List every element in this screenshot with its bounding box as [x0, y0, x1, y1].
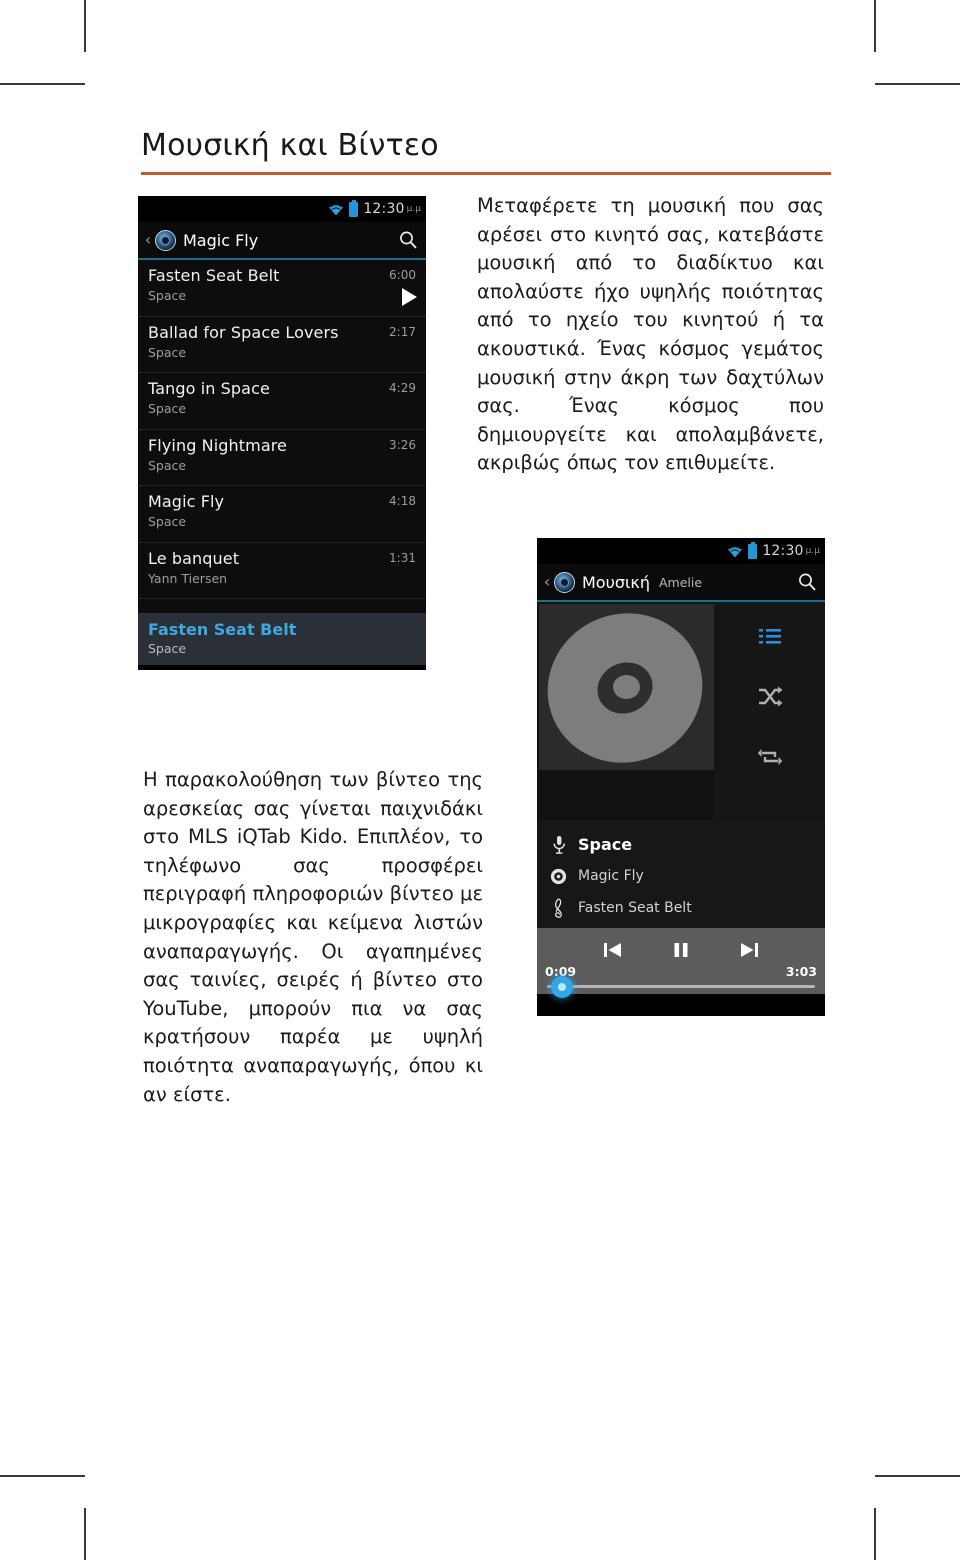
track-artist: Space [148, 457, 187, 473]
crop-mark-bottom-right-vertical [874, 1508, 876, 1560]
now-playing-artist: Space [148, 641, 187, 656]
crop-mark-top-right-vertical [874, 0, 876, 52]
tracklist-actionbar: ‹ Magic Fly [138, 222, 426, 260]
statusbar-ampm: μ.μ [805, 546, 820, 556]
track-duration: 4:18 [389, 494, 416, 508]
disc-hole [613, 675, 640, 699]
crop-mark-bottom-left-vertical [84, 1508, 86, 1560]
track-row[interactable]: Flying Nightmare Space 3:26 [138, 429, 426, 486]
track-title: Le banquet [148, 548, 240, 568]
track-row[interactable]: Fasten Seat Belt Space 6:00 [138, 260, 426, 317]
previous-track-icon[interactable] [601, 940, 625, 960]
track-title: Ballad for Space Lovers [148, 322, 339, 342]
music-app-icon[interactable] [155, 229, 176, 251]
actionbar-title: Magic Fly [183, 230, 259, 250]
track-duration: 1:31 [389, 550, 416, 565]
title-divider [141, 172, 831, 175]
crop-mark-top-left-vertical [84, 0, 86, 52]
track-artist: Yann Tiersen [148, 570, 228, 586]
microphone-icon [549, 834, 568, 854]
crop-mark-bottom-left-horizontal [0, 1475, 85, 1477]
track-row[interactable]: Magic Fly Space 4:18 [138, 486, 426, 543]
player-screenshot: 12:30 μ.μ ‹ Μουσική Amelie Space Magic F… [537, 538, 825, 1016]
seek-handle[interactable] [551, 975, 573, 998]
shuffle-icon[interactable] [757, 684, 783, 710]
actionbar-title: Μουσική [582, 572, 650, 592]
repeat-icon[interactable] [757, 744, 783, 770]
statusbar-ampm: μ.μ [406, 204, 421, 214]
track-duration: 4:29 [389, 381, 416, 395]
player-transport: 0:09 3:03 [537, 928, 825, 998]
wifi-icon [727, 545, 743, 558]
search-icon[interactable] [398, 230, 418, 250]
page-header: Μουσική και Βίντεο [141, 128, 831, 175]
now-playing-title: Fasten Seat Belt [148, 620, 297, 639]
back-icon[interactable]: ‹ [542, 574, 552, 590]
player-artwork-area [537, 602, 825, 820]
track-artist: Space [148, 288, 187, 303]
album-name: Magic Fly [578, 868, 644, 884]
track-title: Tango in Space [148, 379, 270, 398]
actionbar-subtitle: Amelie [658, 574, 703, 590]
track-row[interactable]: Ballad for Space Lovers Space 2:17 [138, 316, 426, 373]
track-row[interactable]: Le banquet Yann Tiersen 1:31 [138, 542, 426, 599]
search-icon[interactable] [797, 572, 817, 592]
player-actionbar: ‹ Μουσική Amelie [537, 564, 825, 602]
back-icon[interactable]: ‹ [143, 232, 153, 248]
crop-mark-bottom-right-horizontal [875, 1475, 960, 1477]
pause-icon[interactable] [669, 940, 693, 960]
track-row-clipped[interactable] [138, 599, 426, 613]
crop-mark-top-left-horizontal [0, 83, 85, 85]
track-title: Magic Fly [148, 492, 225, 511]
artist-name: Space [578, 834, 633, 854]
player-metadata: Space Magic Fly Fasten Seat Belt [537, 820, 825, 928]
play-icon[interactable] [402, 288, 417, 306]
track-artist: Space [148, 401, 187, 416]
player-side-controls [714, 602, 825, 820]
music-app-icon[interactable] [554, 571, 575, 593]
track-title: Fasten Seat Belt [148, 266, 280, 285]
treble-clef-icon [549, 898, 568, 918]
track-list[interactable]: Fasten Seat Belt Space 6:00 Ballad for S… [138, 260, 426, 665]
album-row: Magic Fly [549, 860, 825, 892]
transport-buttons [537, 928, 825, 964]
tracklist-statusbar: 12:30 μ.μ [138, 196, 426, 222]
track-duration: 3:26 [389, 437, 416, 452]
song-row: Fasten Seat Belt [549, 892, 825, 924]
disc-icon [549, 866, 568, 886]
total-time: 3:03 [785, 964, 817, 979]
album-art[interactable] [539, 604, 714, 770]
track-duration: 2:17 [389, 324, 416, 339]
tracklist-screenshot: 12:30 μ.μ ‹ Magic Fly Fasten Seat Belt S… [138, 196, 426, 670]
playlist-icon[interactable] [757, 624, 783, 650]
statusbar-clock: 12:30 [363, 201, 405, 217]
now-playing-bar[interactable]: Fasten Seat Belt Space [138, 613, 426, 665]
track-row[interactable]: Tango in Space Space 4:29 [138, 373, 426, 430]
seek-bar[interactable] [547, 975, 815, 998]
track-artist: Space [148, 344, 187, 360]
crop-mark-top-right-horizontal [875, 83, 960, 85]
artist-row: Space [549, 828, 825, 860]
track-title: Flying Nightmare [148, 435, 287, 455]
player-statusbar: 12:30 μ.μ [537, 538, 825, 564]
battery-icon [349, 199, 359, 217]
next-track-icon[interactable] [737, 940, 761, 960]
track-duration: 6:00 [389, 268, 416, 282]
statusbar-clock: 12:30 [762, 543, 804, 559]
page-canvas: Μουσική και Βίντεο Μεταφέρετε τη μουσική… [0, 0, 960, 1560]
wifi-icon [328, 203, 344, 216]
page-title: Μουσική και Βίντεο [141, 128, 439, 163]
song-name: Fasten Seat Belt [578, 900, 692, 916]
video-paragraph: Η παρακολούθηση των βίντεο της αρεσκείας… [143, 768, 483, 1106]
intro-paragraph: Μεταφέρετε τη μουσική που σας αρέσει στο… [477, 194, 824, 475]
battery-icon [748, 541, 758, 559]
track-artist: Space [148, 514, 187, 529]
